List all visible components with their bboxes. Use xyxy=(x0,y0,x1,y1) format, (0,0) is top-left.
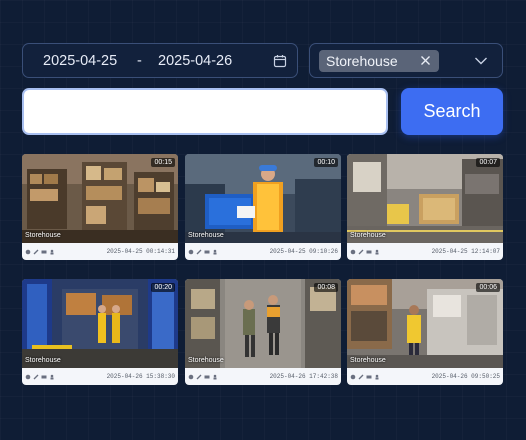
wrench-icon[interactable] xyxy=(33,249,39,255)
video-card[interactable]: 00:20 Storehouse 2025-04-26 15:38:30 xyxy=(22,279,178,385)
wrench-icon[interactable] xyxy=(358,249,364,255)
video-thumbnail[interactable]: 00:15 Storehouse xyxy=(22,154,178,243)
video-timestamp: 2025-04-25 00:14:31 xyxy=(106,248,175,255)
video-location: Storehouse xyxy=(350,232,386,239)
video-location: Storehouse xyxy=(25,232,61,239)
vehicle-icon[interactable] xyxy=(41,249,47,255)
video-thumbnail[interactable]: 00:10 Storehouse xyxy=(185,154,341,243)
card-footer: 2025-04-26 15:38:30 xyxy=(22,368,178,385)
video-duration: 00:10 xyxy=(314,158,338,167)
card-footer: 2025-04-25 12:14:07 xyxy=(347,243,503,260)
tool-icon[interactable] xyxy=(188,249,194,255)
card-footer: 2025-04-26 17:42:38 xyxy=(185,368,341,385)
vehicle-icon[interactable] xyxy=(204,249,210,255)
card-footer: 2025-04-25 00:14:31 xyxy=(22,243,178,260)
location-select[interactable]: Storehouse xyxy=(309,43,503,78)
video-thumbnail[interactable]: 00:20 Storehouse xyxy=(22,279,178,368)
selected-tag: Storehouse xyxy=(319,50,439,72)
video-timestamp: 2025-04-25 09:10:26 xyxy=(269,248,338,255)
wrench-icon[interactable] xyxy=(196,249,202,255)
video-timestamp: 2025-04-26 15:38:30 xyxy=(106,373,175,380)
video-location: Storehouse xyxy=(188,232,224,239)
tool-icon[interactable] xyxy=(350,374,356,380)
selected-tag-label: Storehouse xyxy=(326,53,398,69)
vehicle-icon[interactable] xyxy=(41,374,47,380)
video-thumbnail[interactable]: 00:07 Storehouse xyxy=(347,154,503,243)
tool-icon[interactable] xyxy=(25,249,31,255)
video-card[interactable]: 00:08 Storehouse 2025-04-26 17:42:38 xyxy=(185,279,341,385)
video-duration: 00:06 xyxy=(476,283,500,292)
calendar-icon[interactable] xyxy=(273,54,287,68)
chevron-down-icon[interactable] xyxy=(474,56,488,66)
tool-icon[interactable] xyxy=(25,374,31,380)
wrench-icon[interactable] xyxy=(33,374,39,380)
wrench-icon[interactable] xyxy=(196,374,202,380)
person-icon[interactable] xyxy=(49,374,55,380)
person-icon[interactable] xyxy=(212,249,218,255)
date-range-picker[interactable]: 2025-04-25 - 2025-04-26 xyxy=(22,43,298,78)
person-icon[interactable] xyxy=(374,374,380,380)
video-thumbnail[interactable]: 00:08 Storehouse xyxy=(185,279,341,368)
video-location: Storehouse xyxy=(350,357,386,364)
vehicle-icon[interactable] xyxy=(204,374,210,380)
video-timestamp: 2025-04-26 17:42:38 xyxy=(269,373,338,380)
vehicle-icon[interactable] xyxy=(366,374,372,380)
search-input[interactable] xyxy=(22,88,388,135)
person-icon[interactable] xyxy=(212,374,218,380)
close-icon[interactable] xyxy=(420,55,431,66)
video-duration: 00:08 xyxy=(314,283,338,292)
video-card[interactable]: 00:07 Storehouse 2025-04-25 12:14:07 xyxy=(347,154,503,260)
video-location: Storehouse xyxy=(188,357,224,364)
tool-icon[interactable] xyxy=(350,249,356,255)
date-separator: - xyxy=(137,53,142,69)
card-footer: 2025-04-26 09:50:25 xyxy=(347,368,503,385)
video-duration: 00:20 xyxy=(151,283,175,292)
video-card[interactable]: 00:10 Storehouse 2025-04-25 09:10:26 xyxy=(185,154,341,260)
tool-icon[interactable] xyxy=(188,374,194,380)
date-start[interactable]: 2025-04-25 xyxy=(43,53,117,69)
video-duration: 00:07 xyxy=(476,158,500,167)
search-button[interactable]: Search xyxy=(401,88,503,135)
wrench-icon[interactable] xyxy=(358,374,364,380)
video-timestamp: 2025-04-25 12:14:07 xyxy=(431,248,500,255)
video-timestamp: 2025-04-26 09:50:25 xyxy=(431,373,500,380)
person-icon[interactable] xyxy=(49,249,55,255)
video-card[interactable]: 00:06 Storehouse 2025-04-26 09:50:25 xyxy=(347,279,503,385)
video-thumbnail[interactable]: 00:06 Storehouse xyxy=(347,279,503,368)
video-duration: 00:15 xyxy=(151,158,175,167)
card-footer: 2025-04-25 09:10:26 xyxy=(185,243,341,260)
vehicle-icon[interactable] xyxy=(366,249,372,255)
video-location: Storehouse xyxy=(25,357,61,364)
person-icon[interactable] xyxy=(374,249,380,255)
date-end[interactable]: 2025-04-26 xyxy=(158,53,232,69)
video-card[interactable]: 00:15 Storehouse 2025-04-25 00:14:31 xyxy=(22,154,178,260)
